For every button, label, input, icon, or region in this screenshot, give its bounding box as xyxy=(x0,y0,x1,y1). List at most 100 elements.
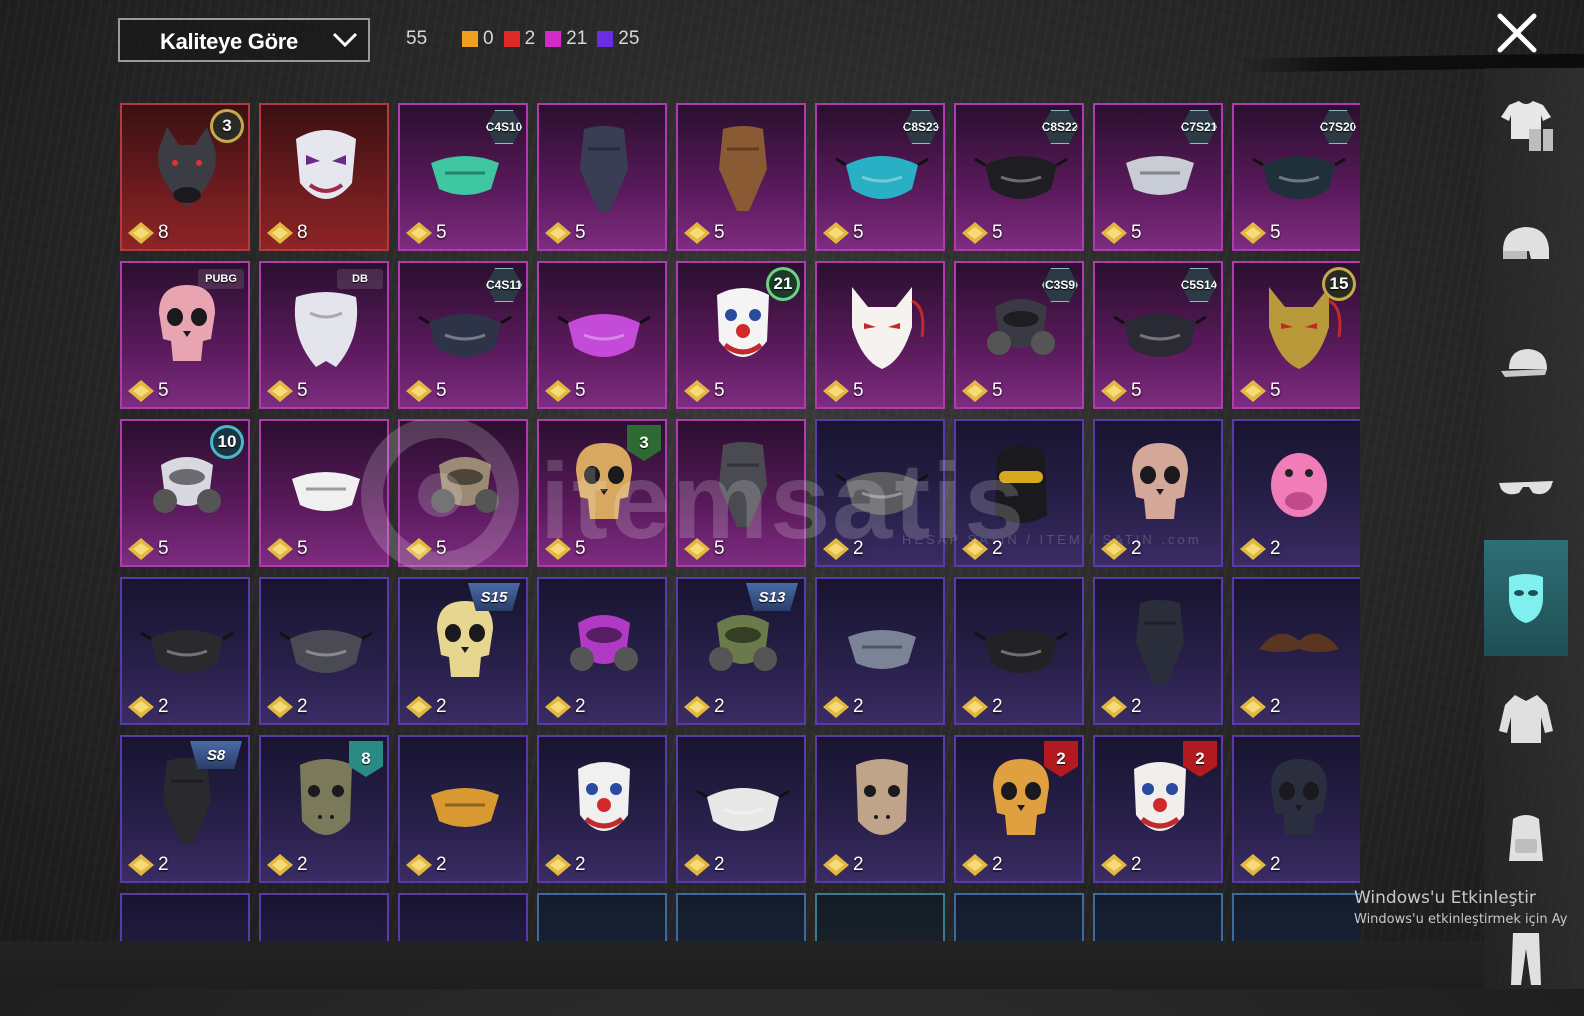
item-price: 5 xyxy=(1238,379,1281,403)
item-tile[interactable] xyxy=(1093,893,1223,941)
item-tile[interactable]: 2 xyxy=(1232,577,1360,725)
item-price: 5 xyxy=(265,379,308,403)
total-item-count: 55 xyxy=(406,28,428,49)
item-tile[interactable]: 22 xyxy=(1093,735,1223,883)
item-tile[interactable]: S8 2 xyxy=(120,735,250,883)
category-glasses[interactable] xyxy=(1484,428,1568,544)
item-price-value: 2 xyxy=(714,854,725,875)
sort-dropdown[interactable]: Kaliteye Göre xyxy=(118,18,370,62)
item-tile[interactable]: C4S10 5 xyxy=(398,103,528,251)
half-mask-icon xyxy=(848,630,916,669)
item-tile[interactable] xyxy=(954,893,1084,941)
item-price: 2 xyxy=(821,537,864,561)
item-tile[interactable]: 5 xyxy=(259,419,389,567)
item-price-value: 2 xyxy=(714,696,725,717)
item-tile[interactable]: 38 xyxy=(120,103,250,251)
item-tile[interactable]: 2 xyxy=(1093,577,1223,725)
skull-icon xyxy=(159,285,215,361)
item-tile[interactable]: 5 xyxy=(815,261,945,409)
item-tile[interactable]: 2 xyxy=(1093,419,1223,567)
item-price-value: 5 xyxy=(853,222,864,243)
item-tile[interactable]: 82 xyxy=(259,735,389,883)
item-tile[interactable]: 2 xyxy=(954,577,1084,725)
item-tile[interactable] xyxy=(815,893,945,941)
item-tile[interactable]: 2 xyxy=(1232,419,1360,567)
item-tile[interactable]: 2 xyxy=(676,735,806,883)
windows-activation-title: Windows'u Etkinleştir xyxy=(1354,888,1536,908)
item-tile[interactable]: 10 5 xyxy=(120,419,250,567)
item-price: 8 xyxy=(126,221,169,245)
item-price: 5 xyxy=(960,379,1003,403)
rank-coin-icon xyxy=(128,538,154,560)
item-tile[interactable]: C7S20 5 xyxy=(1232,103,1360,251)
item-tile[interactable]: 2 xyxy=(259,577,389,725)
item-price-value: 2 xyxy=(992,854,1003,875)
rank-coin-icon xyxy=(1240,696,1266,718)
item-price: 5 xyxy=(821,379,864,403)
face-mask-icon xyxy=(974,630,1068,673)
category-backpack[interactable] xyxy=(1484,780,1568,896)
bandana-icon xyxy=(719,126,767,211)
item-price: 2 xyxy=(682,695,725,719)
item-tile[interactable]: 2 xyxy=(537,577,667,725)
category-hat[interactable] xyxy=(1484,308,1568,424)
item-tile[interactable]: C8S23 5 xyxy=(815,103,945,251)
item-price-value: 2 xyxy=(575,854,586,875)
item-tile[interactable]: 15 5 xyxy=(1232,261,1360,409)
rank-coin-icon xyxy=(684,854,710,876)
item-tile[interactable]: 2 xyxy=(1232,735,1360,883)
item-tile[interactable]: S15 2 xyxy=(398,577,528,725)
item-tile[interactable]: S13 2 xyxy=(676,577,806,725)
item-tile[interactable]: C7S21 5 xyxy=(1093,103,1223,251)
item-tile[interactable] xyxy=(676,893,806,941)
partial-icon xyxy=(1110,909,1210,941)
windows-activation-notice: Windows'u Etkinleştir Windows'u etkinleş… xyxy=(1354,888,1584,927)
item-tile[interactable] xyxy=(1232,893,1360,941)
item-tile[interactable] xyxy=(537,893,667,941)
item-price: 5 xyxy=(543,221,586,245)
item-tile[interactable]: 2 xyxy=(537,735,667,883)
item-tile[interactable]: 5 xyxy=(398,419,528,567)
category-jacket[interactable] xyxy=(1484,660,1568,776)
item-tile[interactable]: C3S9 5 xyxy=(954,261,1084,409)
item-tile[interactable]: DB 5 xyxy=(259,261,389,409)
item-tile[interactable]: 35 xyxy=(537,419,667,567)
item-tile[interactable]: 5 xyxy=(676,103,806,251)
item-tile[interactable]: 5 xyxy=(537,103,667,251)
item-tile[interactable] xyxy=(398,893,528,941)
item-tile[interactable]: 8 xyxy=(259,103,389,251)
joker-mask-icon xyxy=(296,130,356,199)
rank-coin-icon xyxy=(267,696,293,718)
item-tile[interactable]: 2 xyxy=(954,419,1084,567)
item-tile[interactable]: 2 xyxy=(815,419,945,567)
partial-icon xyxy=(971,909,1071,941)
item-tile[interactable]: 21 5 xyxy=(676,261,806,409)
item-tile[interactable]: 2 xyxy=(398,735,528,883)
partial-icon xyxy=(276,909,376,941)
rank-coin-icon xyxy=(1240,538,1266,560)
item-tile[interactable]: C8S22 5 xyxy=(954,103,1084,251)
item-tile[interactable]: 22 xyxy=(954,735,1084,883)
category-mask[interactable] xyxy=(1484,540,1568,656)
item-price-value: 2 xyxy=(853,538,864,559)
item-tile[interactable] xyxy=(120,893,250,941)
category-outfit[interactable] xyxy=(1484,68,1568,184)
item-tile[interactable]: PUBG 5 xyxy=(120,261,250,409)
pig-icon xyxy=(1271,453,1327,517)
item-tile[interactable]: 5 xyxy=(676,419,806,567)
item-tile[interactable]: C4S11 5 xyxy=(398,261,528,409)
item-tile[interactable] xyxy=(259,893,389,941)
item-price-value: 2 xyxy=(158,854,169,875)
item-tile[interactable]: 5 xyxy=(537,261,667,409)
item-tile[interactable]: 2 xyxy=(815,577,945,725)
item-tile[interactable]: 2 xyxy=(815,735,945,883)
item-tile[interactable]: C5S14 5 xyxy=(1093,261,1223,409)
clown-icon xyxy=(578,762,630,831)
partial-icon xyxy=(693,909,793,941)
item-price-value: 5 xyxy=(158,380,169,401)
item-price-value: 2 xyxy=(1270,696,1281,717)
close-icon[interactable] xyxy=(1494,10,1540,56)
category-helmet[interactable] xyxy=(1484,188,1568,304)
item-tile[interactable]: 2 xyxy=(120,577,250,725)
balaclava-icon xyxy=(995,445,1047,523)
